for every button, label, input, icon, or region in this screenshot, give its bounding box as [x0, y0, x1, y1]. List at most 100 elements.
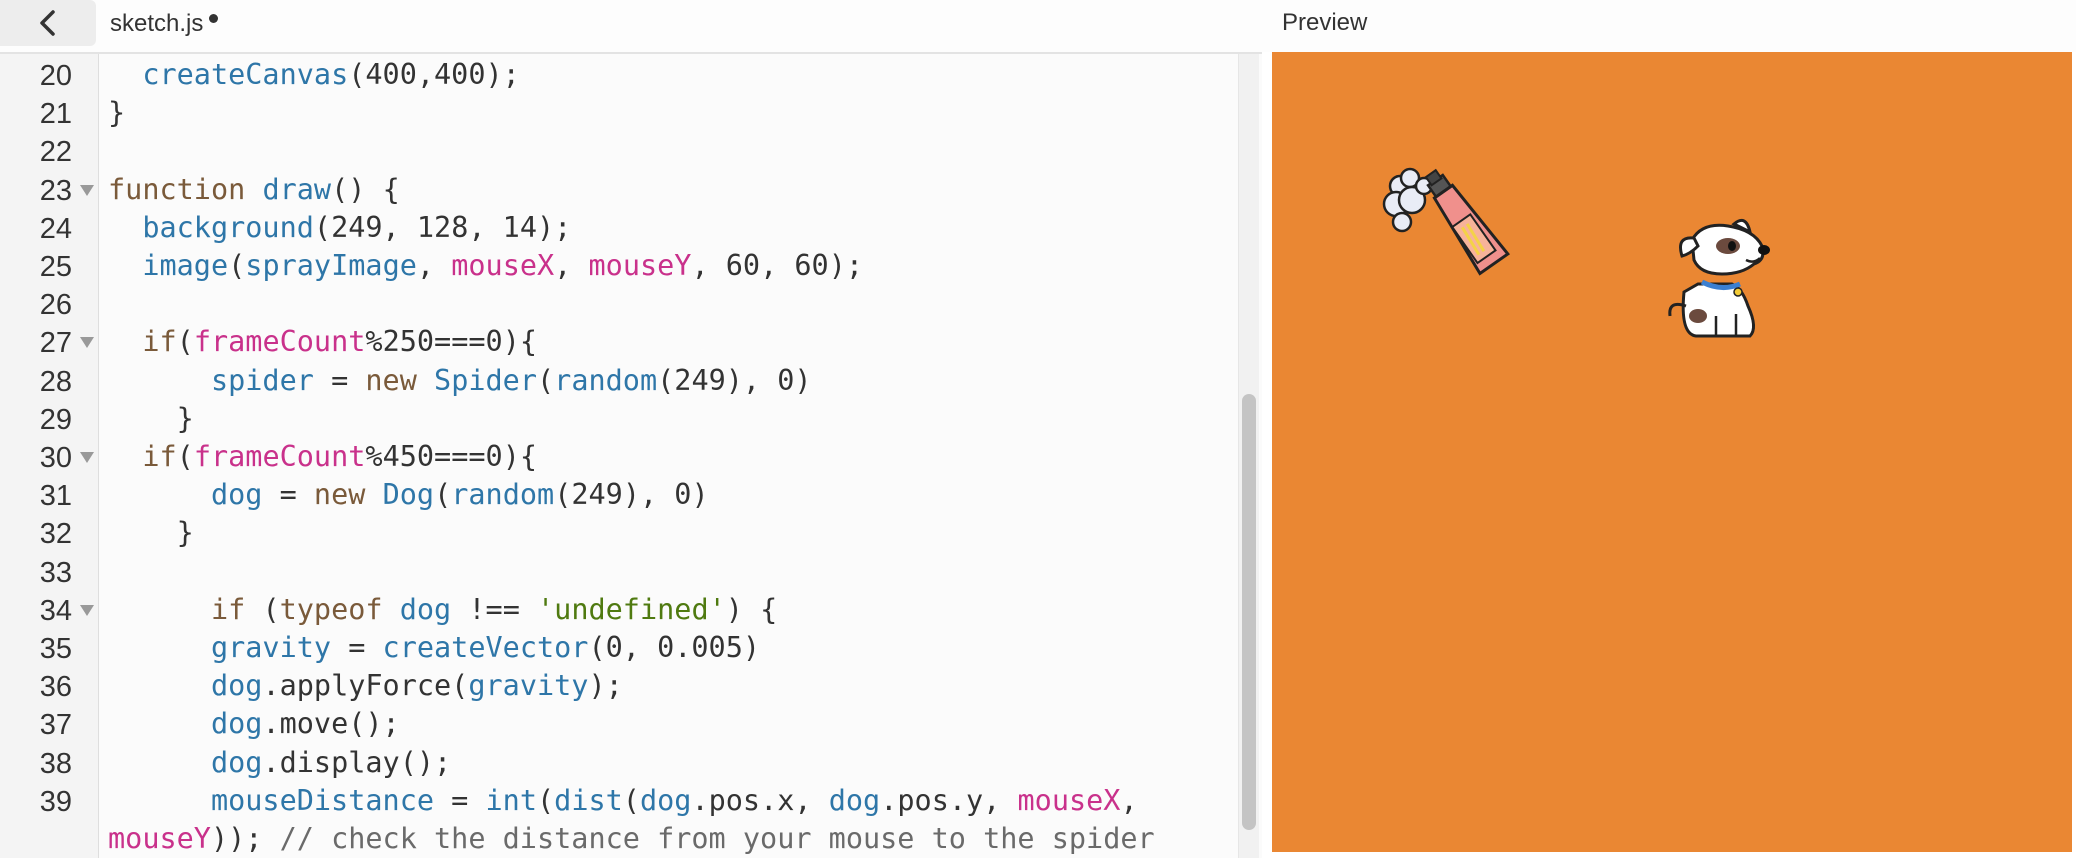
- line-number: 32: [0, 514, 98, 552]
- fold-arrow-icon[interactable]: [80, 184, 94, 196]
- line-number: 22: [0, 132, 98, 170]
- code-token: !==: [451, 592, 538, 626]
- code-line[interactable]: if(frameCount%250===0){: [108, 323, 537, 361]
- code-token: (249), 0): [657, 363, 812, 397]
- code-token: if: [142, 440, 177, 473]
- code-token: frameCount: [193, 440, 366, 473]
- line-number: 38: [0, 744, 98, 782]
- code-token: mouseY: [588, 249, 692, 282]
- code-token: (: [245, 592, 280, 626]
- unsaved-indicator: [209, 13, 219, 23]
- code-line[interactable]: }: [108, 400, 194, 438]
- code-line[interactable]: dog.display();: [108, 744, 451, 782]
- code-token: // check the distance from your mouse to…: [279, 822, 1155, 855]
- line-number: 39: [0, 782, 98, 820]
- code-token: image: [142, 249, 229, 282]
- code-line[interactable]: createCanvas(400,400);: [108, 56, 520, 94]
- code-token: gravity: [210, 631, 332, 664]
- code-line[interactable]: if (typeof dog !== 'undefined') {: [108, 591, 777, 629]
- code-token: draw: [262, 172, 332, 206]
- line-number-text: 28: [39, 365, 72, 398]
- line-number: 25: [0, 247, 98, 285]
- fold-arrow-icon[interactable]: [80, 604, 94, 616]
- line-number-text: 37: [39, 709, 72, 742]
- line-number-text: 36: [39, 671, 72, 704]
- line-number-text: 20: [39, 60, 72, 92]
- code-token: .pos.x,: [691, 783, 829, 817]
- scrollbar-thumb[interactable]: [1242, 394, 1256, 830]
- code-token: new: [313, 478, 366, 512]
- file-name: sketch.js: [110, 10, 204, 37]
- code-line[interactable]: mouseY)); // check the distance from you…: [108, 820, 1155, 858]
- code-token: dog: [399, 592, 452, 626]
- code-token: mouseY: [108, 822, 211, 855]
- code-token: }: [108, 96, 126, 130]
- code-token: =: [262, 478, 314, 512]
- preview-title: Preview: [1282, 9, 1368, 36]
- fold-arrow-icon[interactable]: [80, 452, 94, 463]
- code-token: (: [622, 783, 640, 817]
- code-line[interactable]: gravity = createVector(0, 0.005): [108, 629, 760, 667]
- line-number: 37: [0, 705, 98, 743]
- line-number: 31: [0, 476, 98, 514]
- code-token: (: [537, 363, 555, 397]
- code-line[interactable]: image(sprayImage, mouseX, mouseY, 60, 60…: [108, 247, 863, 285]
- code-token: ,: [554, 249, 589, 282]
- code-token: mouseX: [1017, 783, 1121, 817]
- code-token: dog: [210, 707, 263, 741]
- code-token: random: [554, 363, 658, 397]
- code-line[interactable]: mouseDistance = int(dist(dog.pos.x, dog.…: [108, 782, 1138, 820]
- code-token: spider: [210, 363, 314, 397]
- code-line[interactable]: }: [108, 514, 194, 552]
- code-token: =: [331, 631, 383, 664]
- line-number-text: 38: [39, 747, 72, 780]
- code-token: .move();: [262, 707, 400, 741]
- fold-arrow-icon[interactable]: [80, 337, 94, 349]
- code-line[interactable]: dog.move();: [108, 705, 400, 743]
- code-line[interactable]: background(249, 128, 14);: [108, 209, 571, 247]
- line-number: 23: [0, 171, 98, 209]
- code-token: background: [142, 210, 314, 244]
- code-token: dist: [554, 783, 623, 817]
- chevron-left-icon: [40, 10, 55, 36]
- code-line[interactable]: function draw() {: [108, 171, 400, 209]
- code-token: (: [228, 249, 246, 282]
- code-token: dog: [210, 745, 263, 779]
- code-token: .display();: [262, 745, 452, 779]
- code-token: int: [485, 783, 537, 817]
- code-token: (249), 0): [554, 478, 709, 512]
- code-token: ) {: [725, 592, 778, 626]
- code-token: }: [108, 401, 194, 435]
- code-token: sprayImage: [245, 249, 417, 282]
- code-line[interactable]: dog = new Dog(random(249), 0): [108, 476, 709, 514]
- code-editor[interactable]: 20 21 22 23 24 25 26 27 28 29 30 31 32 33 34 35 36 37 38 39…: [0, 52, 1262, 858]
- code-token: dog: [828, 783, 881, 817]
- editor-scrollbar[interactable]: [1238, 54, 1259, 858]
- line-number: 20: [0, 56, 98, 94]
- file-tab[interactable]: sketch.js: [110, 9, 219, 39]
- line-number: 27: [0, 323, 98, 361]
- code-token: ,: [416, 249, 452, 282]
- code-token: random: [451, 478, 555, 512]
- code-token: function: [108, 172, 246, 206]
- code-line[interactable]: if(frameCount%450===0){: [108, 438, 537, 476]
- code-token: (249, 128, 14);: [313, 210, 572, 244]
- code-line[interactable]: }: [108, 94, 125, 132]
- line-number: 35: [0, 629, 98, 667]
- line-number-text: 30: [39, 442, 72, 474]
- code-line[interactable]: dog.applyForce(gravity);: [108, 667, 623, 705]
- code-token: (: [176, 325, 194, 359]
- code-line[interactable]: spider = new Spider(random(249), 0): [108, 362, 812, 400]
- code-area[interactable]: createCanvas(400,400);} function draw() {…: [108, 54, 1238, 858]
- sketch-canvas[interactable]: [1272, 52, 2072, 852]
- back-button[interactable]: [0, 0, 96, 46]
